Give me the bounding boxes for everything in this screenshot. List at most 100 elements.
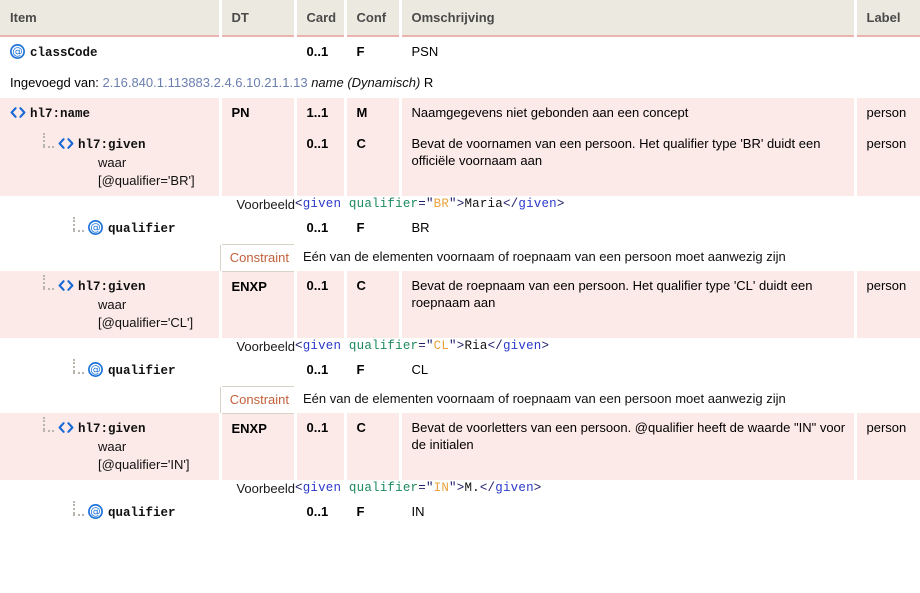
cell-card: 0..1 (295, 36, 347, 68)
code-token-attr: qualifier (348, 339, 419, 353)
column-header-omschrijving[interactable]: Omschrijving (400, 0, 857, 37)
table-row: @ classCode 0..1 F PSN (0, 36, 920, 68)
code-token-br: </ (479, 481, 496, 495)
table-header: Item DT Card Conf Omschrijving Label (0, 0, 920, 37)
column-header-conf[interactable]: Conf (345, 0, 402, 37)
inserted-suffix: R (420, 75, 434, 90)
item-wrapper: hl7:given waar [@qualifier='IN'] (10, 417, 211, 474)
constraint-text: Eén van de elementen voornaam of roepnaa… (295, 244, 920, 271)
table-row: hl7:given waar [@qualifier='IN'] ENXP 0..1 C B… (0, 413, 920, 480)
inserted-oid-link[interactable]: 2.16.840.1.113883.2.4.6.10.21.1.13 (103, 75, 308, 90)
code-token-q: " (449, 339, 457, 353)
cell-card: 0..1 (295, 413, 347, 480)
item-wrapper: hl7:name (10, 104, 211, 123)
tree-guide-icon (40, 275, 56, 294)
item-name[interactable]: qualifier (108, 506, 176, 520)
item-text-box: qualifier (108, 503, 176, 522)
item-condition: [@qualifier='BR'] (98, 173, 195, 188)
column-header-label[interactable]: Label (855, 0, 920, 37)
item-name[interactable]: hl7:given (78, 138, 146, 152)
cell-card: 0..1 (295, 213, 347, 244)
code-token-attr: qualifier (348, 481, 419, 495)
inserted-from-row: Ingevoegd van: 2.16.840.1.113883.2.4.6.1… (0, 68, 920, 98)
code-token-tag: given (495, 481, 534, 495)
code-token-eq: = (418, 481, 426, 495)
cell-item: @ qualifier (0, 497, 222, 528)
attribute-at-icon: @ (88, 220, 103, 235)
cell-card: 0..1 (295, 271, 347, 338)
column-header-card[interactable]: Card (295, 0, 347, 37)
cell-label: person (855, 271, 920, 338)
svg-text:@: @ (90, 506, 101, 518)
example-code: <given qualifier="IN">M.</given> (295, 480, 920, 497)
table-row: hl7:given waar [@qualifier='BR'] 0..1 C Bevat… (0, 129, 920, 196)
code-token-tag: given (518, 197, 557, 211)
item-name[interactable]: classCode (30, 46, 98, 60)
cell-item: hl7:given waar [@qualifier='IN'] (0, 413, 222, 480)
item-wrapper: @ qualifier (10, 217, 211, 238)
attribute-at-icon: @ (10, 44, 25, 59)
code-token-eq: = (418, 197, 426, 211)
cell-item: hl7:name (0, 98, 222, 129)
cell-omschrijving: BR (400, 213, 857, 244)
column-header-item[interactable]: Item (0, 0, 222, 37)
item-text-box: qualifier (108, 219, 176, 238)
code-token-txt: Ria (464, 339, 488, 353)
code-token-attr: qualifier (348, 197, 419, 211)
cell-omschrijving: PSN (400, 36, 857, 68)
svg-text:@: @ (12, 46, 23, 58)
cell-omschrijving: CL (400, 355, 857, 386)
code-token-tag: given (302, 197, 342, 211)
element-angle-icon (58, 420, 74, 435)
code-token-q: " (425, 197, 434, 211)
cell-card: 0..1 (295, 355, 347, 386)
cell-dt (220, 213, 297, 244)
code-token-val: BR (433, 197, 450, 211)
constraint-label: Constraint (219, 243, 295, 272)
item-name[interactable]: qualifier (108, 364, 176, 378)
example-label: Voorbeeld (220, 196, 295, 213)
table-row: @ qualifier 0..1 F CL (0, 355, 920, 386)
cell-conf: F (345, 36, 402, 68)
cell-omschrijving: Naamgegevens niet gebonden aan een conce… (400, 98, 857, 129)
cell-label (855, 36, 920, 68)
cell-label (855, 355, 920, 386)
cell-dt (220, 355, 297, 386)
example-row: Voorbeeld <given qualifier="CL">Ria</give… (0, 338, 920, 355)
item-name[interactable]: hl7:name (30, 107, 90, 121)
table-row: hl7:given waar [@qualifier='CL'] ENXP 0..1 C B… (0, 271, 920, 338)
item-condition: waar (98, 439, 127, 454)
cell-omschrijving: Bevat de voornamen van een persoon. Het … (400, 129, 857, 196)
item-text-box: hl7:given waar [@qualifier='IN'] (78, 419, 190, 474)
item-name[interactable]: hl7:given (78, 280, 146, 294)
code-token-tag: given (302, 339, 342, 353)
column-header-dt[interactable]: DT (220, 0, 297, 37)
tree-guide-icon (70, 217, 86, 236)
example-code: <given qualifier="CL">Ria</given> (295, 338, 920, 355)
constraint-spacer (0, 244, 220, 271)
constraint-row: Constraint Eén van de elementen voornaam … (0, 243, 920, 272)
table-body: @ classCode 0..1 F PSN Ingevoegd van: 2.16.84… (0, 36, 920, 528)
item-wrapper: hl7:given waar [@qualifier='BR'] (10, 133, 211, 190)
cell-dt: PN (220, 98, 297, 129)
table-row: @ qualifier 0..1 F BR (0, 213, 920, 244)
cell-card: 0..1 (295, 497, 347, 528)
cell-dt: ENXP (220, 413, 297, 480)
code-token-br: </ (487, 339, 503, 353)
cell-dt (220, 497, 297, 528)
code-token-q: " (449, 481, 457, 495)
inserted-from-text: Ingevoegd van: 2.16.840.1.113883.2.4.6.1… (0, 68, 920, 98)
item-name[interactable]: qualifier (108, 222, 176, 236)
svg-text:@: @ (90, 222, 101, 234)
constraint-text: Eén van de elementen voornaam of roepnaa… (295, 386, 920, 413)
cell-conf: C (345, 413, 402, 480)
cell-dt: ENXP (220, 271, 297, 338)
item-name[interactable]: hl7:given (78, 422, 146, 436)
cell-card: 1..1 (295, 98, 347, 129)
header-row: Item DT Card Conf Omschrijving Label (0, 0, 920, 37)
code-token-q: " (449, 197, 457, 211)
tree-guide-icon (70, 359, 86, 378)
example-spacer (0, 338, 220, 355)
